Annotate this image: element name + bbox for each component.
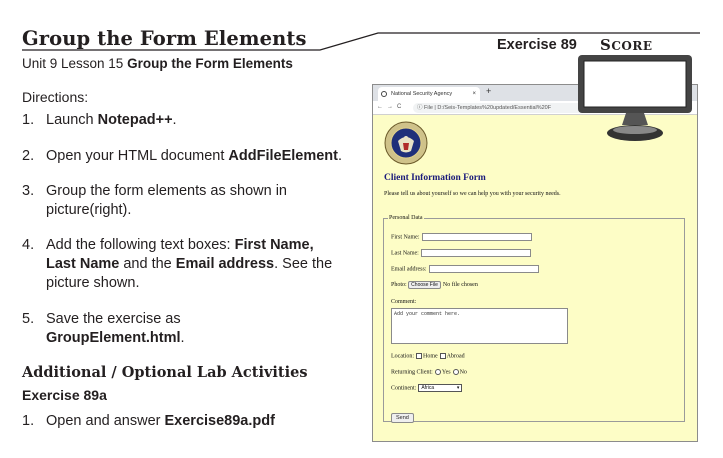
last-name-row: Last Name: [391,249,531,257]
step-3: 3. Group the form elements as shown in pi… [22,183,287,218]
form-intro: Please tell us about yourself so we can … [384,191,561,197]
choose-file-button[interactable]: Choose File [408,281,441,289]
directions-label: Directions: [22,89,89,105]
yes-radio[interactable] [434,369,441,375]
globe-icon [381,91,387,97]
send-button[interactable]: Send [391,413,414,423]
email-input[interactable] [428,265,539,273]
continent-row: Continent: Africa ▾ [391,384,463,392]
step-1: 1. Launch Notepad++. [22,112,177,128]
exercise-number: Exercise 89 [497,37,577,53]
comment-label: Comment: [391,299,417,305]
last-name-input[interactable] [420,249,531,257]
url-field[interactable]: ⓘ File | D:/Seis-Templates%20updated/Ess… [413,103,583,113]
navigation-icons[interactable]: ←→C [377,104,405,110]
abroad-checkbox[interactable] [439,353,446,359]
step-2: 2. Open your HTML document AddFileElement… [22,148,343,164]
location-row: Location: Home Abroad [391,353,465,360]
email-row: Email address: [391,265,539,273]
lesson-subtitle: Unit 9 Lesson 15 Group the Form Elements [22,56,293,71]
additional-step-1: 1. Open and answer Exercise89a.pdf [22,413,275,429]
step-4: 4. Add the following text boxes: First Na… [22,237,333,291]
score-label: SCORE [600,36,653,54]
photo-row: Photo: Choose File No file chosen [391,281,478,289]
additional-activities-title: Additional / Optional Lab Activities [22,364,308,381]
comment-textarea[interactable]: Add your comment here. [391,308,568,344]
no-radio[interactable] [452,369,459,375]
browser-tab[interactable]: National Security Agency × [378,87,480,101]
agency-seal-logo [384,121,428,165]
monitor-icon [578,55,692,141]
fieldset-legend: Personal Data [389,215,423,221]
chevron-down-icon: ▾ [456,385,460,391]
returning-client-row: Returning Client: Yes No [391,369,467,376]
form-heading: Client Information Form [384,173,486,183]
additional-exercise-number: Exercise 89a [22,387,107,403]
close-icon[interactable]: × [472,87,476,101]
new-tab-icon[interactable]: + [486,86,491,96]
home-checkbox[interactable] [416,353,422,359]
personal-data-fieldset: Personal Data First Name: Last Name: Ema… [383,215,685,423]
continent-select[interactable]: Africa ▾ [418,384,463,392]
first-name-row: First Name: [391,233,532,241]
page-title: Group the Form Elements [22,27,307,50]
first-name-input[interactable] [421,233,532,241]
step-5: 5. Save the exercise as GroupElement.html… [22,311,185,346]
